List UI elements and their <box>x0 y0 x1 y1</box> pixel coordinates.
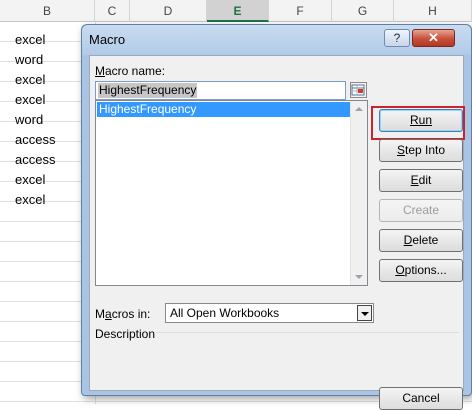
dialog-title: Macro <box>89 32 126 47</box>
column-header-c[interactable]: C <box>95 0 130 22</box>
macro-dialog: Macro ? ✕ Macro name: HighestFrequency H… <box>81 24 472 410</box>
column-header-h[interactable]: H <box>394 0 472 22</box>
edit-button[interactable]: Edit <box>379 169 463 192</box>
cell-b8[interactable]: access <box>15 150 55 170</box>
macro-name-input[interactable]: HighestFrequency <box>95 81 346 100</box>
cell-b4[interactable]: excel <box>15 70 45 90</box>
delete-label-rest: elete <box>412 233 439 247</box>
chevron-down-icon <box>361 312 369 316</box>
edit-label-rest: dit <box>418 173 432 187</box>
options-label-rest: ptions... <box>404 263 447 277</box>
column-header-e[interactable]: E <box>207 0 269 22</box>
create-button: Create <box>379 199 463 222</box>
cell-b7[interactable]: access <box>15 130 55 150</box>
run-highlight-box <box>371 106 465 140</box>
description-label: Description <box>95 327 156 341</box>
help-button[interactable]: ? <box>384 29 410 47</box>
cell-b6[interactable]: word <box>15 110 43 130</box>
macro-list-scrollbar[interactable] <box>350 101 367 285</box>
cell-b3[interactable]: word <box>15 50 43 70</box>
cell-b10[interactable]: excel <box>15 190 45 210</box>
macros-in-label-rest: cros in: <box>111 307 151 321</box>
delete-button[interactable]: Delete <box>379 229 463 252</box>
range-reference-button[interactable] <box>350 82 367 98</box>
options-button[interactable]: Options... <box>379 259 463 282</box>
macro-list[interactable]: HighestFrequency <box>95 100 368 286</box>
column-header-d[interactable]: D <box>130 0 207 22</box>
cell-b5[interactable]: excel <box>15 90 45 110</box>
macro-name-label: Macro name: <box>95 64 166 78</box>
column-header-g[interactable]: G <box>332 0 394 22</box>
close-button[interactable]: ✕ <box>412 29 455 47</box>
column-header-row: B C D E F G H <box>0 0 472 22</box>
scroll-down-arrow-icon[interactable] <box>355 275 363 279</box>
macro-name-label-rest: acro name: <box>105 64 166 78</box>
scroll-up-arrow-icon[interactable] <box>355 107 363 111</box>
macros-in-dropdown-button[interactable] <box>357 305 372 321</box>
cell-b2[interactable]: excel <box>15 30 45 50</box>
column-header-b[interactable]: B <box>0 0 95 22</box>
macros-in-select[interactable]: All Open Workbooks <box>165 303 374 323</box>
dialog-body: Macro name: HighestFrequency HighestFreq… <box>89 55 465 410</box>
cancel-button[interactable]: Cancel <box>379 387 463 410</box>
macro-name-value: HighestFrequency <box>98 83 198 98</box>
dialog-titlebar[interactable]: Macro ? ✕ <box>82 25 471 55</box>
cell-b9[interactable]: excel <box>15 170 45 190</box>
range-select-icon <box>351 84 365 96</box>
description-separator <box>156 332 459 333</box>
step-into-label-rest: tep Into <box>404 143 446 157</box>
macros-in-label: Macros in: <box>95 307 151 321</box>
step-into-button[interactable]: Step Into <box>379 139 463 162</box>
macros-in-value: All Open Workbooks <box>170 306 280 320</box>
column-header-f[interactable]: F <box>269 0 332 22</box>
macro-list-item[interactable]: HighestFrequency <box>97 102 350 117</box>
